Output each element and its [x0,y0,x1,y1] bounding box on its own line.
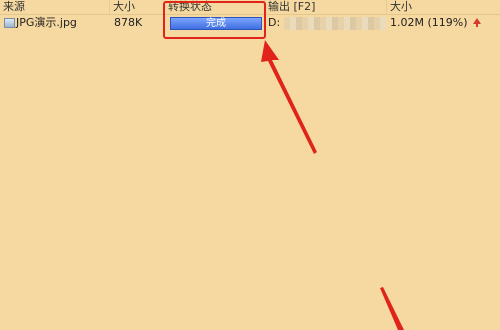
annotation-arrows [261,40,404,330]
annotation-arrow-bottom [380,287,404,330]
annotation-arrow-top [261,40,317,154]
